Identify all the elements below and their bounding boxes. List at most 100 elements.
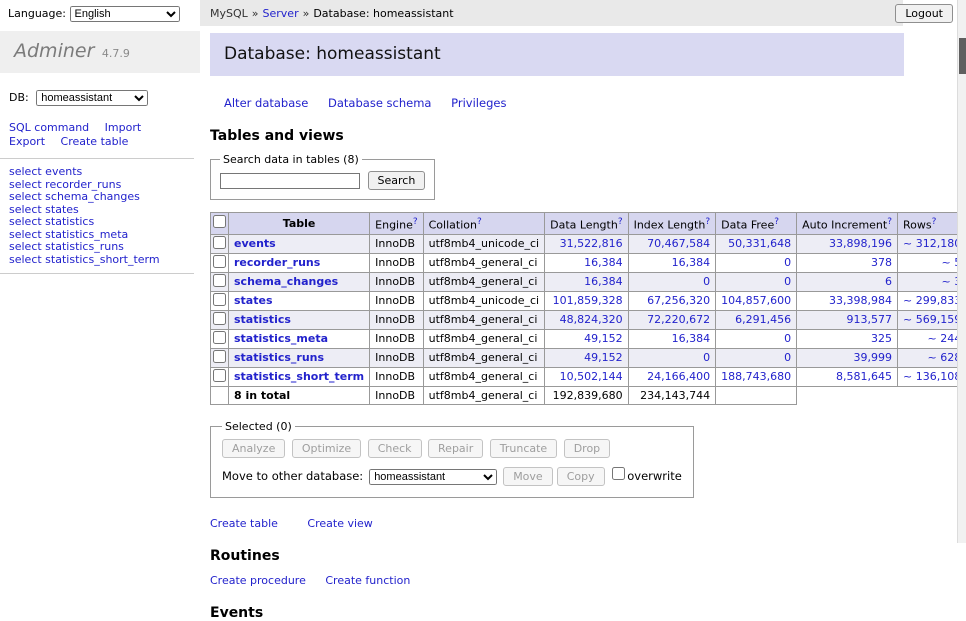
breadcrumb-server-link[interactable]: Server	[263, 7, 299, 20]
help-link[interactable]: ?	[774, 217, 779, 227]
repair-button[interactable]: Repair	[428, 439, 483, 458]
index-length-link[interactable]: 16,384	[672, 256, 711, 269]
data-length-link[interactable]: 49,152	[584, 351, 623, 364]
table-row: states InnoDB utf8mb4_unicode_ci 101,859…	[211, 291, 966, 310]
help-link[interactable]: ?	[932, 217, 937, 227]
help-link[interactable]: ?	[413, 217, 418, 227]
language-select[interactable]: English	[70, 6, 180, 22]
auto-increment-link[interactable]: 8,581,645	[836, 370, 892, 383]
table-name-link[interactable]: recorder_runs	[234, 256, 320, 269]
auto-increment-link[interactable]: 913,577	[847, 313, 893, 326]
alter-database-link[interactable]: Alter database	[224, 96, 308, 110]
data-length-link[interactable]: 49,152	[584, 332, 623, 345]
breadcrumb-root-link[interactable]: MySQL	[210, 7, 248, 20]
row-checkbox[interactable]	[213, 369, 226, 382]
create-view-link[interactable]: Create view	[307, 517, 372, 530]
data-length-link[interactable]: 16,384	[584, 275, 623, 288]
data-free-link[interactable]: 0	[784, 275, 791, 288]
sidebar-item-select-statistics-short-term[interactable]: select statistics_short_term	[9, 254, 194, 267]
privileges-link[interactable]: Privileges	[451, 96, 506, 110]
auto-increment-link[interactable]: 39,999	[854, 351, 893, 364]
move-button[interactable]: Move	[503, 467, 553, 486]
drop-button[interactable]: Drop	[564, 439, 610, 458]
select-all-checkbox[interactable]	[213, 215, 226, 228]
index-length-link[interactable]: 67,256,320	[647, 294, 710, 307]
sidebar-item-select-events[interactable]: select events	[9, 166, 194, 179]
search-input[interactable]	[220, 173, 360, 189]
sidebar-link-import[interactable]: Import	[105, 121, 142, 134]
row-checkbox[interactable]	[213, 255, 226, 268]
help-link[interactable]: ?	[887, 217, 892, 227]
create-function-link[interactable]: Create function	[325, 574, 410, 587]
rows-count-link[interactable]: ~ 299,833	[903, 294, 961, 307]
sidebar-link-export[interactable]: Export	[9, 135, 45, 148]
index-length-link[interactable]: 0	[703, 351, 710, 364]
table-name-link[interactable]: events	[234, 237, 276, 250]
index-length-link[interactable]: 24,166,400	[647, 370, 710, 383]
data-free-link[interactable]: 0	[784, 256, 791, 269]
rows-count-link[interactable]: ~ 569,159	[903, 313, 961, 326]
auto-increment-link[interactable]: 6	[885, 275, 892, 288]
logout-button[interactable]: Logout	[895, 4, 953, 23]
db-select[interactable]: homeassistant	[36, 90, 148, 106]
data-length-link[interactable]: 10,502,144	[560, 370, 623, 383]
sidebar-item-select-statistics-runs[interactable]: select statistics_runs	[9, 241, 194, 254]
index-length-link[interactable]: 72,220,672	[647, 313, 710, 326]
create-procedure-link[interactable]: Create procedure	[210, 574, 306, 587]
rows-count-link[interactable]: ~ 136,108	[903, 370, 961, 383]
row-checkbox[interactable]	[213, 293, 226, 306]
total-index-length: 234,143,744	[628, 386, 716, 404]
col-header-engine: Engine	[375, 219, 413, 232]
truncate-button[interactable]: Truncate	[490, 439, 557, 458]
sidebar-link-sql-command[interactable]: SQL command	[9, 121, 89, 134]
auto-increment-link[interactable]: 33,898,196	[829, 237, 892, 250]
row-checkbox[interactable]	[213, 274, 226, 287]
table-name-link[interactable]: statistics_runs	[234, 351, 324, 364]
sidebar-link-create-table[interactable]: Create table	[61, 135, 129, 148]
row-checkbox[interactable]	[213, 331, 226, 344]
auto-increment-link[interactable]: 325	[871, 332, 892, 345]
help-link[interactable]: ?	[477, 217, 482, 227]
sidebar-table-list: select events select recorder_runs selec…	[0, 159, 194, 274]
overwrite-checkbox[interactable]	[612, 467, 625, 480]
sidebar-item-select-schema-changes[interactable]: select schema_changes	[9, 191, 194, 204]
database-schema-link[interactable]: Database schema	[328, 96, 431, 110]
index-length-link[interactable]: 0	[703, 275, 710, 288]
auto-increment-link[interactable]: 378	[871, 256, 892, 269]
row-checkbox[interactable]	[213, 312, 226, 325]
row-checkbox[interactable]	[213, 350, 226, 363]
table-name-link[interactable]: statistics_short_term	[234, 370, 364, 383]
table-name-link[interactable]: states	[234, 294, 273, 307]
data-free-link[interactable]: 188,743,680	[721, 370, 791, 383]
search-button[interactable]: Search	[368, 171, 426, 190]
analyze-button[interactable]: Analyze	[222, 439, 285, 458]
table-name-link[interactable]: schema_changes	[234, 275, 338, 288]
data-length-link[interactable]: 16,384	[584, 256, 623, 269]
index-length-link[interactable]: 16,384	[672, 332, 711, 345]
data-free-link[interactable]: 0	[784, 351, 791, 364]
auto-increment-link[interactable]: 33,398,984	[829, 294, 892, 307]
data-free-link[interactable]: 6,291,456	[735, 313, 791, 326]
table-name-link[interactable]: statistics	[234, 313, 291, 326]
data-free-link[interactable]: 50,331,648	[728, 237, 791, 250]
check-button[interactable]: Check	[368, 439, 422, 458]
sidebar-item-select-statistics[interactable]: select statistics	[9, 216, 194, 229]
vertical-scrollbar[interactable]	[957, 0, 966, 543]
rows-count-link[interactable]: ~ 312,180	[903, 237, 961, 250]
move-database-select[interactable]: homeassistant	[369, 469, 497, 485]
copy-button[interactable]: Copy	[557, 467, 605, 486]
data-length-link[interactable]: 31,522,816	[560, 237, 623, 250]
scrollbar-thumb[interactable]	[959, 38, 966, 74]
row-checkbox[interactable]	[213, 236, 226, 249]
data-free-link[interactable]: 104,857,600	[721, 294, 791, 307]
data-length-link[interactable]: 48,824,320	[560, 313, 623, 326]
optimize-button[interactable]: Optimize	[292, 439, 361, 458]
help-link[interactable]: ?	[618, 217, 623, 227]
data-length-link[interactable]: 101,859,328	[553, 294, 623, 307]
help-link[interactable]: ?	[705, 217, 710, 227]
table-name-link[interactable]: statistics_meta	[234, 332, 328, 345]
table-row: events InnoDB utf8mb4_unicode_ci 31,522,…	[211, 234, 966, 253]
create-table-link[interactable]: Create table	[210, 517, 278, 530]
data-free-link[interactable]: 0	[784, 332, 791, 345]
index-length-link[interactable]: 70,467,584	[647, 237, 710, 250]
